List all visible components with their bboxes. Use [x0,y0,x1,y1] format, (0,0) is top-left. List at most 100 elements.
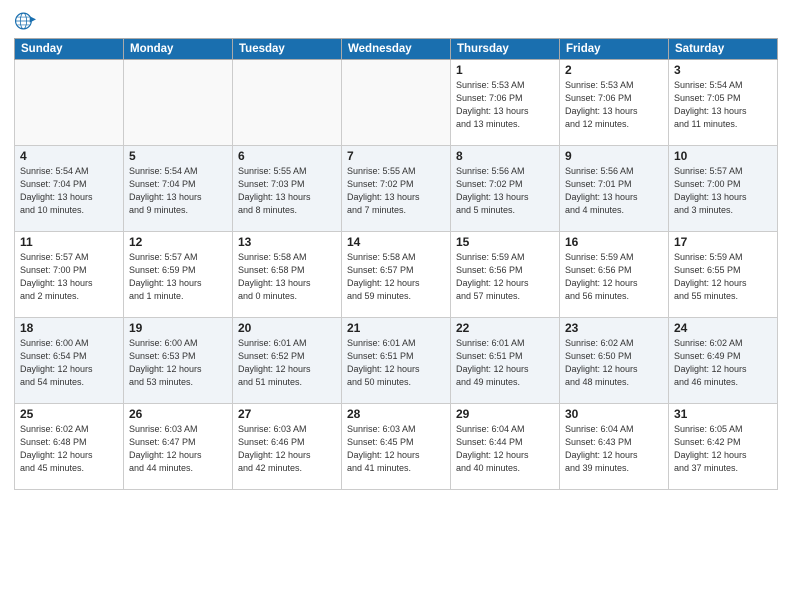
calendar-cell-1-1: 5 Sunrise: 5:54 AM Sunset: 7:04 PM Daylig… [124,146,233,232]
calendar-cell-3-0: 18Sunrise: 6:00 AM Sunset: 6:54 PM Dayli… [15,318,124,404]
calendar-cell-0-3 [342,60,451,146]
day-number: 28 [347,407,445,421]
day-info: Sunrise: 5:59 AM Sunset: 6:55 PM Dayligh… [674,251,772,303]
calendar-week-1: 4 Sunrise: 5:54 AM Sunset: 7:04 PM Daylig… [15,146,778,232]
calendar-cell-4-0: 25 Sunrise: 6:02 AM Sunset: 6:48 PM Dayli… [15,404,124,490]
day-number: 7 [347,149,445,163]
day-number: 8 [456,149,554,163]
calendar-cell-3-1: 19Sunrise: 6:00 AM Sunset: 6:53 PM Dayli… [124,318,233,404]
calendar-cell-1-6: 10 Sunrise: 5:57 AM Sunset: 7:00 PM Dayli… [669,146,778,232]
day-info: Sunrise: 6:04 AM Sunset: 6:44 PM Dayligh… [456,423,554,475]
day-number: 16 [565,235,663,249]
day-info: Sunrise: 6:01 AM Sunset: 6:51 PM Dayligh… [456,337,554,389]
day-number: 11 [20,235,118,249]
logo-icon [14,10,36,32]
day-number: 13 [238,235,336,249]
day-info: Sunrise: 5:57 AM Sunset: 7:00 PM Dayligh… [20,251,118,303]
day-info: Sunrise: 5:53 AM Sunset: 7:06 PM Dayligh… [456,79,554,131]
day-number: 21 [347,321,445,335]
day-info: Sunrise: 6:03 AM Sunset: 6:45 PM Dayligh… [347,423,445,475]
calendar-cell-3-6: 24 Sunrise: 6:02 AM Sunset: 6:49 PM Dayli… [669,318,778,404]
day-number: 10 [674,149,772,163]
calendar-cell-3-2: 20Sunrise: 6:01 AM Sunset: 6:52 PM Dayli… [233,318,342,404]
calendar-cell-4-3: 28 Sunrise: 6:03 AM Sunset: 6:45 PM Dayli… [342,404,451,490]
day-number: 25 [20,407,118,421]
day-info: Sunrise: 5:56 AM Sunset: 7:02 PM Dayligh… [456,165,554,217]
day-info: Sunrise: 5:54 AM Sunset: 7:04 PM Dayligh… [129,165,227,217]
day-info: Sunrise: 5:56 AM Sunset: 7:01 PM Dayligh… [565,165,663,217]
day-info: Sunrise: 5:54 AM Sunset: 7:04 PM Dayligh… [20,165,118,217]
calendar-cell-4-6: 31 Sunrise: 6:05 AM Sunset: 6:42 PM Dayli… [669,404,778,490]
day-info: Sunrise: 5:54 AM Sunset: 7:05 PM Dayligh… [674,79,772,131]
day-info: Sunrise: 6:02 AM Sunset: 6:48 PM Dayligh… [20,423,118,475]
calendar-cell-2-1: 12 Sunrise: 5:57 AM Sunset: 6:59 PM Dayli… [124,232,233,318]
calendar-cell-2-0: 11 Sunrise: 5:57 AM Sunset: 7:00 PM Dayli… [15,232,124,318]
calendar-cell-0-4: 1 Sunrise: 5:53 AM Sunset: 7:06 PM Daylig… [451,60,560,146]
day-info: Sunrise: 6:03 AM Sunset: 6:47 PM Dayligh… [129,423,227,475]
calendar-cell-0-0 [15,60,124,146]
day-number: 1 [456,63,554,77]
calendar-cell-1-0: 4 Sunrise: 5:54 AM Sunset: 7:04 PM Daylig… [15,146,124,232]
weekday-header-wednesday: Wednesday [342,39,451,60]
day-info: Sunrise: 6:00 AM Sunset: 6:54 PM Dayligh… [20,337,118,389]
day-number: 4 [20,149,118,163]
day-info: Sunrise: 5:58 AM Sunset: 6:58 PM Dayligh… [238,251,336,303]
day-info: Sunrise: 5:55 AM Sunset: 7:03 PM Dayligh… [238,165,336,217]
calendar-cell-3-3: 21 Sunrise: 6:01 AM Sunset: 6:51 PM Dayli… [342,318,451,404]
calendar-table: SundayMondayTuesdayWednesdayThursdayFrid… [14,38,778,490]
day-number: 6 [238,149,336,163]
weekday-header-thursday: Thursday [451,39,560,60]
day-number: 29 [456,407,554,421]
calendar-cell-2-5: 16 Sunrise: 5:59 AM Sunset: 6:56 PM Dayli… [560,232,669,318]
day-number: 22 [456,321,554,335]
day-number: 15 [456,235,554,249]
weekday-header-tuesday: Tuesday [233,39,342,60]
day-number: 2 [565,63,663,77]
calendar-week-3: 18Sunrise: 6:00 AM Sunset: 6:54 PM Dayli… [15,318,778,404]
calendar-week-0: 1 Sunrise: 5:53 AM Sunset: 7:06 PM Daylig… [15,60,778,146]
calendar-header-row: SundayMondayTuesdayWednesdayThursdayFrid… [15,39,778,60]
page: SundayMondayTuesdayWednesdayThursdayFrid… [0,0,792,612]
weekday-header-monday: Monday [124,39,233,60]
calendar-cell-4-4: 29 Sunrise: 6:04 AM Sunset: 6:44 PM Dayli… [451,404,560,490]
calendar-week-4: 25 Sunrise: 6:02 AM Sunset: 6:48 PM Dayli… [15,404,778,490]
day-number: 9 [565,149,663,163]
calendar-cell-4-2: 27 Sunrise: 6:03 AM Sunset: 6:46 PM Dayli… [233,404,342,490]
day-number: 31 [674,407,772,421]
day-number: 24 [674,321,772,335]
day-info: Sunrise: 5:57 AM Sunset: 6:59 PM Dayligh… [129,251,227,303]
calendar-cell-1-2: 6 Sunrise: 5:55 AM Sunset: 7:03 PM Daylig… [233,146,342,232]
day-info: Sunrise: 5:55 AM Sunset: 7:02 PM Dayligh… [347,165,445,217]
calendar-cell-2-3: 14Sunrise: 5:58 AM Sunset: 6:57 PM Dayli… [342,232,451,318]
calendar-cell-2-6: 17Sunrise: 5:59 AM Sunset: 6:55 PM Dayli… [669,232,778,318]
calendar-cell-2-2: 13 Sunrise: 5:58 AM Sunset: 6:58 PM Dayli… [233,232,342,318]
day-info: Sunrise: 6:02 AM Sunset: 6:49 PM Dayligh… [674,337,772,389]
day-number: 23 [565,321,663,335]
calendar-week-2: 11 Sunrise: 5:57 AM Sunset: 7:00 PM Dayli… [15,232,778,318]
calendar-cell-4-5: 30Sunrise: 6:04 AM Sunset: 6:43 PM Dayli… [560,404,669,490]
day-number: 27 [238,407,336,421]
day-info: Sunrise: 6:02 AM Sunset: 6:50 PM Dayligh… [565,337,663,389]
day-info: Sunrise: 6:03 AM Sunset: 6:46 PM Dayligh… [238,423,336,475]
calendar-cell-0-1 [124,60,233,146]
calendar-cell-4-1: 26 Sunrise: 6:03 AM Sunset: 6:47 PM Dayli… [124,404,233,490]
calendar-cell-3-5: 23 Sunrise: 6:02 AM Sunset: 6:50 PM Dayli… [560,318,669,404]
day-info: Sunrise: 6:05 AM Sunset: 6:42 PM Dayligh… [674,423,772,475]
day-number: 26 [129,407,227,421]
calendar-cell-0-2 [233,60,342,146]
weekday-header-saturday: Saturday [669,39,778,60]
day-info: Sunrise: 5:59 AM Sunset: 6:56 PM Dayligh… [565,251,663,303]
day-number: 19 [129,321,227,335]
day-number: 20 [238,321,336,335]
day-info: Sunrise: 5:57 AM Sunset: 7:00 PM Dayligh… [674,165,772,217]
day-info: Sunrise: 5:59 AM Sunset: 6:56 PM Dayligh… [456,251,554,303]
day-number: 12 [129,235,227,249]
day-number: 3 [674,63,772,77]
calendar-cell-1-3: 7 Sunrise: 5:55 AM Sunset: 7:02 PM Daylig… [342,146,451,232]
day-number: 5 [129,149,227,163]
logo [14,10,38,32]
day-info: Sunrise: 5:58 AM Sunset: 6:57 PM Dayligh… [347,251,445,303]
calendar-cell-1-4: 8 Sunrise: 5:56 AM Sunset: 7:02 PM Daylig… [451,146,560,232]
day-info: Sunrise: 6:01 AM Sunset: 6:51 PM Dayligh… [347,337,445,389]
day-info: Sunrise: 5:53 AM Sunset: 7:06 PM Dayligh… [565,79,663,131]
